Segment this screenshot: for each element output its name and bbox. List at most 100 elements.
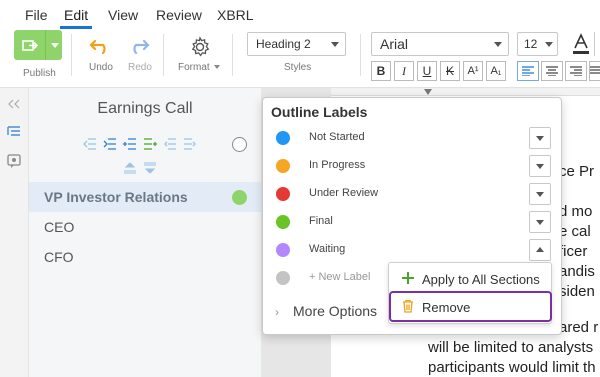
chevron-right-icon: › <box>275 305 279 319</box>
doc-line: e cal <box>559 223 591 240</box>
font-family-select[interactable]: Arial <box>371 32 509 56</box>
chevron-down-icon <box>536 164 544 169</box>
undo-icon[interactable] <box>88 36 112 56</box>
doc-line: andis <box>559 263 595 280</box>
menu-bar: File Edit View Review XBRL <box>0 0 600 30</box>
add-section-icon[interactable] <box>123 138 137 150</box>
outdent-icon[interactable] <box>83 138 97 150</box>
superscript-button[interactable]: A¹ <box>463 61 483 81</box>
label-options-button-open[interactable] <box>529 239 551 261</box>
ruler <box>331 88 600 96</box>
menu-file[interactable]: File <box>25 7 48 23</box>
label-color-dot <box>276 215 290 229</box>
chevron-down-icon <box>536 136 544 141</box>
label-options-button[interactable] <box>529 155 551 177</box>
label-name: Under Review <box>309 187 379 199</box>
move-right-icon[interactable] <box>183 138 197 150</box>
strikethrough-button[interactable]: K <box>440 61 460 81</box>
chevron-down-icon <box>545 42 553 47</box>
label-row-under-review[interactable]: Under Review <box>263 180 563 208</box>
menu-edit[interactable]: Edit <box>64 7 88 23</box>
outline-tools-row2 <box>123 162 163 176</box>
chevron-down-icon <box>536 192 544 197</box>
label-name: Waiting <box>309 243 346 255</box>
remove-highlight <box>389 291 552 322</box>
chevron-down-icon <box>536 220 544 225</box>
align-justify-button[interactable] <box>589 61 600 81</box>
indent-marker-icon[interactable] <box>424 89 432 95</box>
doc-line: ce Pr <box>559 163 595 180</box>
section-label: CFO <box>44 249 74 265</box>
label-options-button[interactable] <box>529 211 551 233</box>
doc-line: will be limited to analysts <box>428 339 594 356</box>
apply-to-all-sections-item[interactable]: Apply to All Sections <box>389 265 553 293</box>
toolbar-divider <box>71 34 72 76</box>
label-color-dot <box>276 159 290 173</box>
outline-section-vp-investor-relations[interactable]: VP Investor Relations <box>29 182 261 212</box>
section-status-dot[interactable] <box>232 190 247 205</box>
indent-icon[interactable] <box>103 138 117 150</box>
style-value: Heading 2 <box>256 37 311 51</box>
redo-label: Redo <box>128 62 152 73</box>
redo-icon[interactable] <box>127 36 151 56</box>
label-options-button[interactable] <box>529 183 551 205</box>
label-color-dot <box>276 131 290 145</box>
font-color-icon[interactable] <box>570 32 592 56</box>
menu-review[interactable]: Review <box>156 7 202 23</box>
outline-section-ceo[interactable]: CEO <box>29 212 261 242</box>
label-color-dot <box>276 243 290 257</box>
plus-icon <box>402 272 414 284</box>
move-up-icon[interactable] <box>123 162 137 174</box>
toolbar-divider <box>360 34 361 76</box>
paragraph-style-select[interactable]: Heading 2 <box>247 32 346 56</box>
undo-label: Undo <box>89 62 113 73</box>
label-row-not-started[interactable]: Not Started <box>263 124 563 152</box>
outline-icon[interactable] <box>7 125 21 139</box>
chevron-down-icon <box>494 42 502 47</box>
size-value: 12 <box>524 37 538 51</box>
publish-icon <box>14 30 46 60</box>
more-options-label: More Options <box>293 303 378 319</box>
underline-button[interactable]: U <box>417 61 437 81</box>
label-name: In Progress <box>309 159 366 171</box>
label-row-final[interactable]: Final <box>263 208 563 236</box>
align-left-icon <box>522 66 534 76</box>
publish-dropdown-icon[interactable] <box>47 30 62 60</box>
bold-button[interactable]: B <box>371 61 391 81</box>
doc-line: d mo <box>559 203 593 220</box>
move-left-icon[interactable] <box>163 138 177 150</box>
doc-line: siden <box>559 283 595 300</box>
align-right-button[interactable] <box>565 61 587 81</box>
label-options-button[interactable] <box>529 127 551 149</box>
label-name: Not Started <box>309 131 365 143</box>
styles-label: Styles <box>284 62 312 73</box>
font-size-select[interactable]: 12 <box>517 32 558 56</box>
menu-xbrl[interactable]: XBRL <box>217 7 254 23</box>
new-label-button[interactable]: + New Label <box>309 271 370 283</box>
outline-label-status-circle[interactable] <box>232 137 247 152</box>
publish-button[interactable] <box>14 30 62 60</box>
menu-view[interactable]: View <box>108 7 138 23</box>
chevron-down-icon <box>212 63 222 71</box>
subscript-button[interactable]: A₁ <box>486 61 506 81</box>
label-color-dot <box>276 187 290 201</box>
italic-button[interactable]: I <box>394 61 414 81</box>
label-name: Final <box>309 215 333 227</box>
label-row-waiting[interactable]: Waiting <box>263 236 563 264</box>
toolbar-divider <box>232 34 233 76</box>
comments-icon[interactable] <box>7 154 21 168</box>
left-rail <box>0 88 29 377</box>
label-row-in-progress[interactable]: In Progress <box>263 152 563 180</box>
format-label[interactable]: Format <box>178 62 210 73</box>
outline-section-cfo[interactable]: CFO <box>29 242 261 272</box>
collapse-icon[interactable] <box>7 98 21 110</box>
doc-line: ared r <box>559 319 599 336</box>
align-left-button[interactable] <box>517 61 539 81</box>
font-color-dropdown[interactable] <box>594 32 600 56</box>
move-down-icon[interactable] <box>143 162 157 174</box>
gear-icon[interactable] <box>188 35 212 59</box>
align-center-button[interactable] <box>541 61 563 81</box>
more-options-toggle[interactable]: › More Options <box>275 303 377 319</box>
add-subsection-icon[interactable] <box>143 138 157 150</box>
chevron-up-icon <box>536 247 544 252</box>
